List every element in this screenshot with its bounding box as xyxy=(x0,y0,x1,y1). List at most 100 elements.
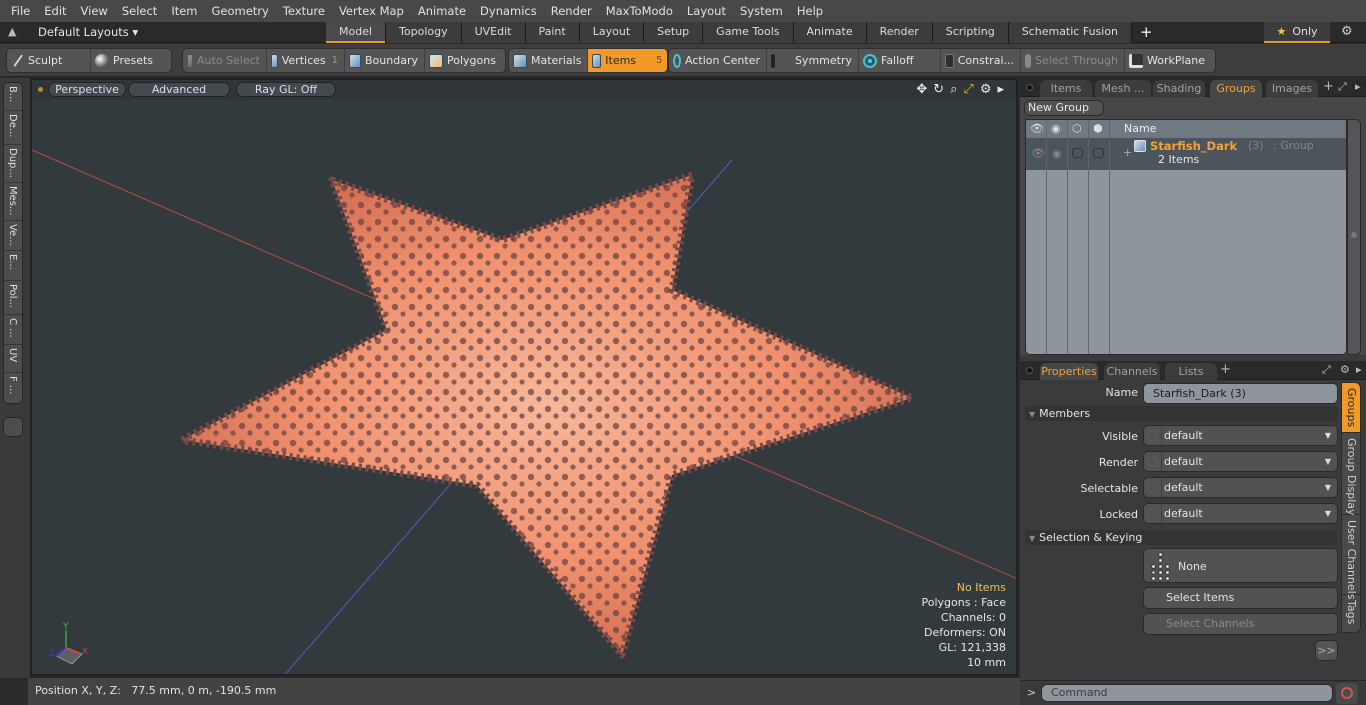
view-mode-button[interactable]: Perspective xyxy=(48,82,126,97)
polygons-button[interactable]: Polygons xyxy=(425,49,505,72)
render-column-icon[interactable]: ◉ xyxy=(1051,122,1061,135)
command-input[interactable]: Command xyxy=(1041,684,1333,702)
menu-system[interactable]: System xyxy=(733,0,790,22)
side-tab-user-channels[interactable]: User Channels xyxy=(1342,515,1360,599)
menu-vertex-map[interactable]: Vertex Map xyxy=(332,0,411,22)
menu-texture[interactable]: Texture xyxy=(276,0,332,22)
left-tab-polygon[interactable]: Pol... xyxy=(4,281,22,315)
members-section-header[interactable]: ▼ Members xyxy=(1025,406,1338,421)
left-extra-button[interactable] xyxy=(3,417,23,437)
menu-render[interactable]: Render xyxy=(544,0,599,22)
tab-animate[interactable]: Animate xyxy=(793,22,867,43)
menu-dynamics[interactable]: Dynamics xyxy=(473,0,544,22)
select-through-button[interactable]: Select Through xyxy=(1021,49,1125,72)
tab-mesh[interactable]: Mesh ... xyxy=(1095,80,1151,97)
shading-mode-button[interactable]: Advanced xyxy=(128,82,230,97)
keyframe-indicator[interactable] xyxy=(1147,430,1158,441)
tab-model[interactable]: Model xyxy=(326,22,387,43)
select-items-button[interactable]: Select Items xyxy=(1143,587,1338,609)
visible-dropdown[interactable]: default ▼ xyxy=(1143,425,1338,446)
tab-topology[interactable]: Topology xyxy=(386,22,462,43)
zoom-icon[interactable]: ⌕ xyxy=(950,82,957,97)
only-toggle[interactable]: ★ Only xyxy=(1264,22,1330,43)
scroll-knob[interactable] xyxy=(1351,232,1357,238)
vertices-button[interactable]: Vertices 1 xyxy=(267,49,345,72)
maximize-icon[interactable]: ⤢ xyxy=(1338,80,1347,94)
select-column-icon[interactable]: ⬢ xyxy=(1093,122,1103,135)
expand-icon[interactable]: + xyxy=(1123,146,1132,159)
selectable-dropdown[interactable]: default ▼ xyxy=(1143,477,1338,498)
left-tab-basic[interactable]: B... xyxy=(4,83,22,111)
raygl-button[interactable]: Ray GL: Off xyxy=(236,82,336,97)
keyframe-indicator[interactable] xyxy=(1147,482,1158,493)
panel-arrow-icon[interactable]: ▸ xyxy=(1355,80,1361,93)
add-tab-button[interactable]: + xyxy=(1132,22,1161,43)
layout-selector[interactable]: Default Layouts ▾ xyxy=(38,25,138,39)
3d-viewport[interactable]: Perspective Advanced Ray GL: Off ✥ ↻ ⌕ ⤢… xyxy=(30,78,1018,676)
tab-shading[interactable]: Shading xyxy=(1153,80,1205,97)
falloff-button[interactable]: Falloff xyxy=(859,49,941,72)
new-group-button[interactable]: New Group xyxy=(1024,100,1104,116)
rotate-icon[interactable]: ↻ xyxy=(933,82,944,97)
row-select-toggle[interactable] xyxy=(1093,148,1104,158)
tab-render[interactable]: Render xyxy=(866,22,933,43)
boundary-button[interactable]: Boundary xyxy=(345,49,425,72)
sculpt-button[interactable]: Sculpt xyxy=(7,49,91,72)
properties-gear-icon[interactable]: ⚙ xyxy=(1340,363,1350,376)
items-button[interactable]: Items 5 xyxy=(588,49,667,72)
tab-channels[interactable]: Channels xyxy=(1104,363,1160,380)
auto-select-button[interactable]: Auto Select xyxy=(183,49,267,72)
name-column-header[interactable]: Name xyxy=(1124,122,1156,135)
left-tab-duplicate[interactable]: Dup... xyxy=(4,145,22,183)
record-macro-button[interactable] xyxy=(1336,683,1358,704)
tab-scripting[interactable]: Scripting xyxy=(932,22,1009,43)
tab-setup[interactable]: Setup xyxy=(644,22,704,43)
menu-select[interactable]: Select xyxy=(115,0,164,22)
collapse-up-icon[interactable]: ▲ xyxy=(8,25,16,38)
render-dropdown[interactable]: default ▼ xyxy=(1143,451,1338,472)
menu-item[interactable]: Item xyxy=(164,0,204,22)
menu-file[interactable]: File xyxy=(4,0,37,22)
symmetry-button[interactable]: Symmetry xyxy=(767,49,859,72)
tab-properties[interactable]: Properties xyxy=(1040,363,1098,380)
row-visibility-icon[interactable]: 👁 xyxy=(1031,147,1045,160)
left-tab-curve[interactable]: C ... xyxy=(4,315,22,345)
group-row[interactable]: 👁 ◉ + Starfish_Dark (3) : Group 2 Items xyxy=(1026,138,1346,170)
add-tab-icon[interactable]: + xyxy=(1323,79,1334,94)
tab-schematic-fusion[interactable]: Schematic Fusion xyxy=(1008,22,1133,43)
tab-images[interactable]: Images xyxy=(1266,80,1318,97)
lock-column-icon[interactable]: ⬡ xyxy=(1072,122,1082,135)
left-tab-fusion[interactable]: F ... xyxy=(4,373,22,403)
group-list-scrollbar[interactable] xyxy=(1347,119,1361,355)
menu-layout[interactable]: Layout xyxy=(680,0,733,22)
maximize-icon[interactable]: ⤢ xyxy=(1322,363,1331,377)
keyframe-indicator[interactable] xyxy=(1147,508,1158,519)
viewport-gear-icon[interactable]: ⚙ xyxy=(980,82,992,97)
menu-view[interactable]: View xyxy=(74,0,115,22)
tab-lists[interactable]: Lists xyxy=(1165,363,1217,380)
keyframe-indicator[interactable] xyxy=(1147,456,1158,467)
name-field[interactable]: Starfish_Dark (3) xyxy=(1143,383,1338,404)
menu-help[interactable]: Help xyxy=(790,0,830,22)
select-channels-button[interactable]: Select Channels xyxy=(1143,613,1338,635)
menu-geometry[interactable]: Geometry xyxy=(205,0,276,22)
selection-keying-section-header[interactable]: ▼ Selection & Keying xyxy=(1025,530,1338,545)
action-center-button[interactable]: Action Center xyxy=(669,49,767,72)
left-tab-vertex[interactable]: Ve... xyxy=(4,221,22,251)
pan-icon[interactable]: ✥ xyxy=(916,82,927,97)
locked-dropdown[interactable]: default ▼ xyxy=(1143,503,1338,524)
viewport-menu-arrow-icon[interactable]: ▸ xyxy=(997,82,1004,97)
constraints-button[interactable]: Constrai... xyxy=(941,49,1021,72)
tab-paint[interactable]: Paint xyxy=(525,22,580,43)
menu-maxtomodo[interactable]: MaxToModo xyxy=(599,0,680,22)
workplane-button[interactable]: WorkPlane xyxy=(1125,49,1215,72)
visibility-column-icon[interactable]: 👁 xyxy=(1030,122,1044,135)
more-button[interactable]: >> xyxy=(1315,640,1338,661)
panel-menu-dot[interactable] xyxy=(1026,84,1033,91)
gear-icon[interactable]: ⚙ xyxy=(1341,24,1353,39)
row-render-icon[interactable]: ◉ xyxy=(1052,147,1062,160)
tab-game-tools[interactable]: Game Tools xyxy=(703,22,794,43)
left-tab-uv[interactable]: UV xyxy=(4,345,22,373)
tab-items[interactable]: Items xyxy=(1040,80,1092,97)
left-tab-deform[interactable]: De... xyxy=(4,111,22,145)
